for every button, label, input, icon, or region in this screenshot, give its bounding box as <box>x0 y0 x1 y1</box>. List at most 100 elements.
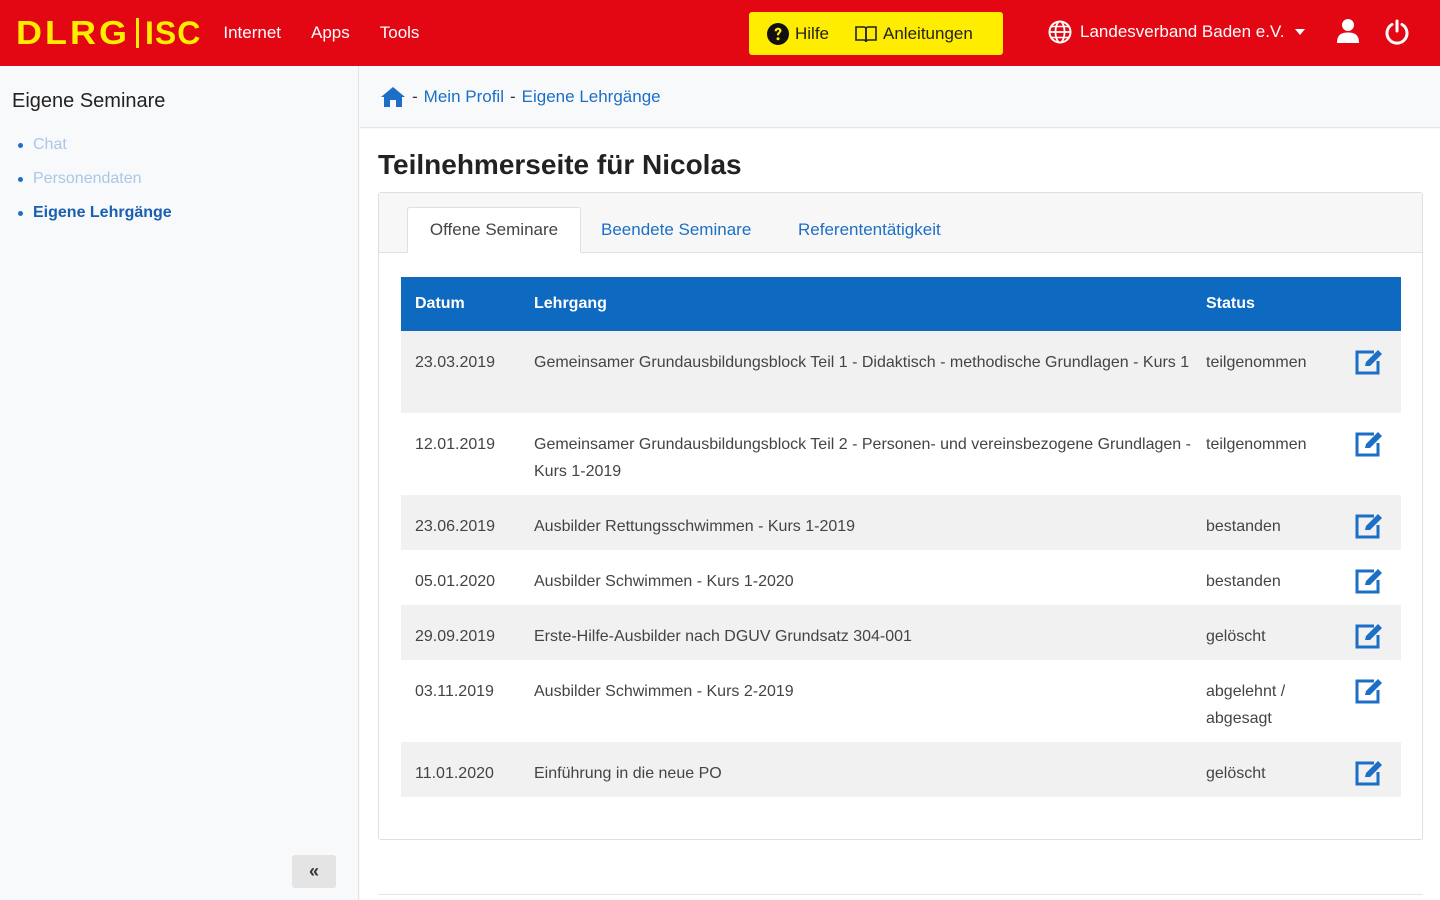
nav-internet[interactable]: Internet <box>223 23 281 43</box>
home-icon[interactable] <box>380 86 406 108</box>
cell-lehrgang: Ausbilder Rettungsschwimmen - Kurs 1-201… <box>534 518 856 535</box>
edit-icon[interactable] <box>1355 431 1383 457</box>
cell-actions <box>1337 331 1401 413</box>
table-row: 23.06.2019 Ausbilder Rettungsschwimmen -… <box>401 495 1401 550</box>
cell-datum: 23.03.2019 <box>415 354 496 371</box>
hilfe-label: Hilfe <box>795 23 830 43</box>
edit-icon[interactable] <box>1355 678 1383 704</box>
bullet <box>18 176 23 182</box>
logout-button[interactable] <box>1384 19 1410 50</box>
sidebar-nav: Chat Personendaten Eigene Lehrgänge <box>18 128 172 230</box>
cell-status: bestanden <box>1206 573 1281 590</box>
cell-status: gelöscht <box>1206 628 1266 645</box>
breadcrumb-separator: - <box>509 86 516 106</box>
chevron-down-icon <box>1294 29 1305 35</box>
main-content: Teilnehmerseite für Nicolas Offene Semin… <box>360 129 1440 900</box>
cell-status: teilgenommen <box>1206 436 1307 453</box>
edit-icon[interactable] <box>1355 349 1383 375</box>
anleitungen-label: Anleitungen <box>883 23 973 43</box>
nav-tools[interactable]: Tools <box>380 23 420 43</box>
breadcrumb-separator: - <box>412 86 418 106</box>
table-header-row: Datum Lehrgang Status <box>401 277 1401 331</box>
cell-status: bestanden <box>1206 518 1281 535</box>
cell-status: abgelehnt / abgesagt <box>1206 683 1286 727</box>
table-row: 23.03.2019 Gemeinsamer Grundausbildungsb… <box>401 331 1401 413</box>
cell-lehrgang: Gemeinsamer Grundausbildungsblock Teil 1… <box>534 354 1190 371</box>
seminar-card: Offene Seminare Beendete Seminare Refere… <box>378 192 1423 840</box>
hilfe-button[interactable]: Hilfe <box>767 22 830 45</box>
globe-icon <box>1048 20 1072 44</box>
org-dropdown[interactable]: Landesverband Baden e.V. <box>1048 20 1305 44</box>
anleitungen-button[interactable]: Anleitungen <box>855 24 973 44</box>
divider <box>378 894 1423 895</box>
collapse-sidebar-button[interactable]: « <box>292 855 336 888</box>
table-row: 03.11.2019 Ausbilder Schwimmen - Kurs 2-… <box>401 660 1401 742</box>
brand-isc: ISC <box>145 14 202 51</box>
cell-datum: 11.01.2020 <box>415 765 494 782</box>
breadcrumb-bar: - Mein Profil - Eigene Lehrgänge <box>360 66 1440 128</box>
sidebar-item-chat[interactable]: Chat <box>18 128 172 162</box>
cell-lehrgang: Erste-Hilfe-Ausbilder nach DGUV Grundsat… <box>534 628 912 645</box>
column-header-actions <box>1337 277 1401 331</box>
edit-icon[interactable] <box>1355 760 1383 786</box>
tab-bar: Offene Seminare Beendete Seminare Refere… <box>379 193 1422 253</box>
edit-icon[interactable] <box>1355 568 1383 594</box>
table-row: 29.09.2019 Erste-Hilfe-Ausbilder nach DG… <box>401 605 1401 660</box>
table-row: 05.01.2020 Ausbilder Schwimmen - Kurs 1-… <box>401 550 1401 605</box>
cell-actions <box>1337 550 1401 605</box>
cell-status: gelöscht <box>1206 765 1266 782</box>
cell-lehrgang: Einführung in die neue PO <box>534 765 722 782</box>
org-label: Landesverband Baden e.V. <box>1080 22 1285 41</box>
column-header-datum[interactable]: Datum <box>401 277 520 331</box>
column-header-status[interactable]: Status <box>1192 277 1337 331</box>
cell-datum: 23.06.2019 <box>415 518 496 535</box>
cell-actions <box>1337 413 1401 495</box>
sidebar: Eigene Seminare Chat Personendaten Eigen… <box>0 66 359 900</box>
cell-actions <box>1337 660 1401 742</box>
cell-status: teilgenommen <box>1206 354 1307 371</box>
bullet <box>18 142 23 148</box>
book-icon <box>855 25 877 42</box>
question-circle-icon <box>767 22 789 45</box>
cell-datum: 29.09.2019 <box>415 628 496 645</box>
brand-dlrg: DLRG <box>16 13 130 52</box>
user-icon <box>1337 19 1359 43</box>
cell-actions <box>1337 605 1401 660</box>
top-navbar: DLRG ISC Internet Apps Tools Hilfe Anlei… <box>0 0 1440 66</box>
breadcrumb: - Mein Profil - Eigene Lehrgänge <box>380 86 661 108</box>
breadcrumb-eigene-lehrgaenge[interactable]: Eigene Lehrgänge <box>522 87 661 107</box>
cell-lehrgang: Ausbilder Schwimmen - Kurs 2-2019 <box>534 683 794 700</box>
brand-logo[interactable]: DLRG ISC <box>16 0 201 66</box>
user-button[interactable] <box>1336 18 1360 49</box>
help-box: Hilfe Anleitungen <box>749 12 1003 55</box>
breadcrumb-mein-profil[interactable]: Mein Profil <box>424 87 504 107</box>
cell-datum: 05.01.2020 <box>415 573 496 590</box>
seminar-table: Datum Lehrgang Status 23.03.2019 Gemeins… <box>401 277 1401 797</box>
sidebar-item-label: Personendaten <box>33 170 142 187</box>
cell-datum: 12.01.2019 <box>415 436 496 453</box>
sidebar-title: Eigene Seminare <box>12 90 166 112</box>
power-icon <box>1385 19 1409 45</box>
tab-beendete-seminare[interactable]: Beendete Seminare <box>601 207 751 253</box>
edit-icon[interactable] <box>1355 513 1383 539</box>
edit-icon[interactable] <box>1355 623 1383 649</box>
nav-apps[interactable]: Apps <box>311 23 350 43</box>
main-nav: Internet Apps Tools <box>223 23 449 43</box>
sidebar-item-eigene-lehrgaenge[interactable]: Eigene Lehrgänge <box>18 196 172 230</box>
sidebar-item-label: Eigene Lehrgänge <box>33 204 172 221</box>
table-row: 11.01.2020 Einführung in die neue PO gel… <box>401 742 1401 797</box>
brand-divider <box>136 18 139 48</box>
sidebar-item-personendaten[interactable]: Personendaten <box>18 162 172 196</box>
page-title: Teilnehmerseite für Nicolas <box>378 149 742 180</box>
tab-referententaetigkeit[interactable]: Referententätigkeit <box>798 207 941 253</box>
cell-lehrgang: Gemeinsamer Grundausbildungsblock Teil 2… <box>534 436 1191 480</box>
cell-actions <box>1337 495 1401 550</box>
tab-offene-seminare[interactable]: Offene Seminare <box>407 207 581 253</box>
cell-actions <box>1337 742 1401 797</box>
bullet <box>18 210 23 216</box>
column-header-lehrgang[interactable]: Lehrgang <box>520 277 1192 331</box>
sidebar-item-label: Chat <box>33 136 67 153</box>
cell-datum: 03.11.2019 <box>415 683 494 700</box>
table-row: 12.01.2019 Gemeinsamer Grundausbildungsb… <box>401 413 1401 495</box>
cell-lehrgang: Ausbilder Schwimmen - Kurs 1-2020 <box>534 573 794 590</box>
